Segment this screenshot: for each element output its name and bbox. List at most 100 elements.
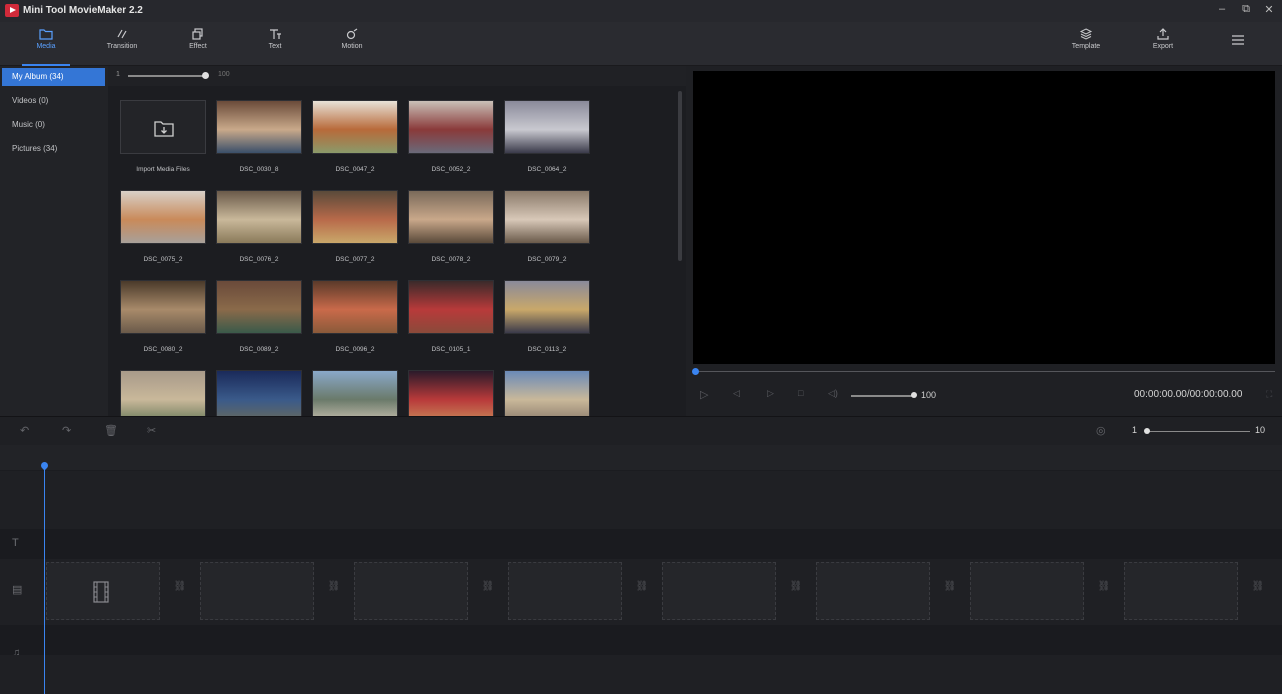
media-thumbnail[interactable] <box>120 370 206 416</box>
media-thumbnail[interactable] <box>120 280 206 334</box>
media-thumbnail[interactable] <box>408 190 494 244</box>
media-thumbnail[interactable] <box>408 370 494 416</box>
media-thumbnail-label: DSC_0047_2 <box>335 166 375 173</box>
import-media-button[interactable] <box>120 100 206 154</box>
media-thumbnail-label: DSC_0105_1 <box>431 346 471 353</box>
playback-progress-bar[interactable] <box>695 371 1275 372</box>
folder-icon <box>39 29 53 40</box>
volume-icon[interactable]: ◁) <box>828 388 838 399</box>
template-button[interactable]: Template <box>1058 26 1114 62</box>
text-track[interactable]: T <box>0 529 1282 559</box>
undo-icon[interactable]: ↶ <box>20 424 29 437</box>
video-track[interactable]: ▤ ⛓ ⛓ ⛓ ⛓ ⛓ ⛓ ⛓ ⛓ <box>0 559 1282 625</box>
text-track-icon: T <box>12 537 19 549</box>
album-sidebar: My Album (34) Videos (0) Music (0) Pictu… <box>0 66 108 416</box>
media-thumbnail[interactable] <box>216 280 302 334</box>
app-logo-icon <box>5 4 19 17</box>
text-icon <box>270 29 281 39</box>
transition-link-icon[interactable]: ⛓ <box>327 581 341 595</box>
overlay-track <box>0 471 1282 529</box>
import-folder-icon <box>154 121 174 137</box>
media-thumbnail[interactable] <box>504 370 590 416</box>
media-thumbnail[interactable] <box>504 100 590 154</box>
empty-clip-slot[interactable] <box>508 562 622 620</box>
template-label: Template <box>1071 43 1101 50</box>
empty-clip-slot[interactable] <box>816 562 930 620</box>
media-scrollbar[interactable] <box>678 91 682 261</box>
empty-clip-slot[interactable] <box>354 562 468 620</box>
media-thumbnail-label: DSC_0113_2 <box>527 346 567 353</box>
sidebar-item-my-album[interactable]: My Album (34) <box>2 68 105 86</box>
video-track-icon: ▤ <box>12 584 23 596</box>
playback-progress-handle[interactable] <box>692 368 699 375</box>
export-icon <box>1157 28 1169 40</box>
delete-icon[interactable]: 🗑 <box>104 424 118 437</box>
thumbnail-zoom-handle[interactable] <box>202 72 209 79</box>
transition-link-icon[interactable]: ⛓ <box>173 581 187 595</box>
sidebar-item-music[interactable]: Music (0) <box>0 116 106 134</box>
media-thumbnail[interactable] <box>216 190 302 244</box>
media-thumbnail[interactable] <box>408 280 494 334</box>
media-thumbnail[interactable] <box>504 280 590 334</box>
media-thumbnail[interactable] <box>312 190 398 244</box>
media-thumbnail[interactable] <box>504 190 590 244</box>
tab-media[interactable]: Media <box>18 26 74 66</box>
minimize-button[interactable]: – <box>1214 3 1230 15</box>
timeline-playhead[interactable] <box>44 465 45 694</box>
previous-frame-icon[interactable]: ◁ <box>733 388 740 399</box>
media-thumbnail-label: DSC_0052_2 <box>431 166 471 173</box>
transition-link-icon[interactable]: ⛓ <box>1251 581 1265 595</box>
empty-clip-slot[interactable] <box>200 562 314 620</box>
tab-text[interactable]: Text <box>247 26 303 62</box>
empty-clip-slot[interactable] <box>662 562 776 620</box>
sidebar-item-pictures[interactable]: Pictures (34) <box>0 140 106 158</box>
export-button[interactable]: Export <box>1135 26 1191 62</box>
empty-clip-slot[interactable] <box>970 562 1084 620</box>
timeline-ruler[interactable] <box>0 445 1282 470</box>
transition-link-icon[interactable]: ⛓ <box>635 581 649 595</box>
transition-link-icon[interactable]: ⛓ <box>789 581 803 595</box>
sidebar-item-videos[interactable]: Videos (0) <box>0 92 106 110</box>
timecode-display: 00:00:00.00/00:00:00.00 <box>1134 389 1243 400</box>
transition-link-icon[interactable]: ⛓ <box>1097 581 1111 595</box>
thumbnail-zoom-bar: 1 100 <box>108 66 686 86</box>
timeline-zoom-max: 10 <box>1255 425 1266 435</box>
music-track-lane <box>0 655 1282 694</box>
fit-zoom-icon[interactable]: ◎ <box>1096 424 1106 437</box>
tab-effect[interactable]: Effect <box>170 26 226 62</box>
thumbnail-zoom-slider[interactable] <box>128 75 204 77</box>
layers-icon <box>1079 28 1093 40</box>
timeline-zoom-slider[interactable] <box>1146 431 1250 432</box>
tab-motion[interactable]: Motion <box>324 26 380 62</box>
media-thumbnail[interactable] <box>216 370 302 416</box>
music-track[interactable]: ♫ <box>0 625 1282 659</box>
split-icon[interactable]: ✂ <box>147 424 156 437</box>
tab-motion-label: Motion <box>341 43 363 50</box>
media-thumbnail[interactable] <box>120 190 206 244</box>
close-button[interactable]: ✕ <box>1261 3 1277 16</box>
media-library: 1 100 Import Media Files DSC_0030_8 DSC_0… <box>108 66 686 416</box>
play-icon[interactable]: ▷ <box>700 388 708 401</box>
motion-icon <box>346 28 358 40</box>
media-thumbnail[interactable] <box>408 100 494 154</box>
tab-transition[interactable]: Transition <box>94 26 150 62</box>
media-thumbnail[interactable] <box>312 370 398 416</box>
next-frame-icon[interactable]: ▷ <box>767 388 774 399</box>
media-thumbnail-label: DSC_0078_2 <box>431 256 471 263</box>
fullscreen-icon[interactable]: ⛶ <box>1266 389 1272 400</box>
redo-icon[interactable]: ↷ <box>62 424 71 437</box>
media-thumbnail[interactable] <box>312 280 398 334</box>
media-thumbnail[interactable] <box>312 100 398 154</box>
volume-handle[interactable] <box>911 392 917 398</box>
transition-link-icon[interactable]: ⛓ <box>943 581 957 595</box>
stop-icon[interactable]: □ <box>798 388 803 398</box>
empty-clip-slot[interactable] <box>1124 562 1238 620</box>
restore-button[interactable]: ⧉ <box>1238 3 1254 16</box>
timeline-zoom-handle[interactable] <box>1144 428 1150 434</box>
timeline-zoom-min: 1 <box>1132 425 1138 435</box>
media-thumbnail[interactable] <box>216 100 302 154</box>
menu-button[interactable] <box>1210 32 1266 68</box>
transition-link-icon[interactable]: ⛓ <box>481 581 495 595</box>
volume-slider[interactable] <box>851 395 913 397</box>
volume-value: 100 <box>921 390 937 400</box>
